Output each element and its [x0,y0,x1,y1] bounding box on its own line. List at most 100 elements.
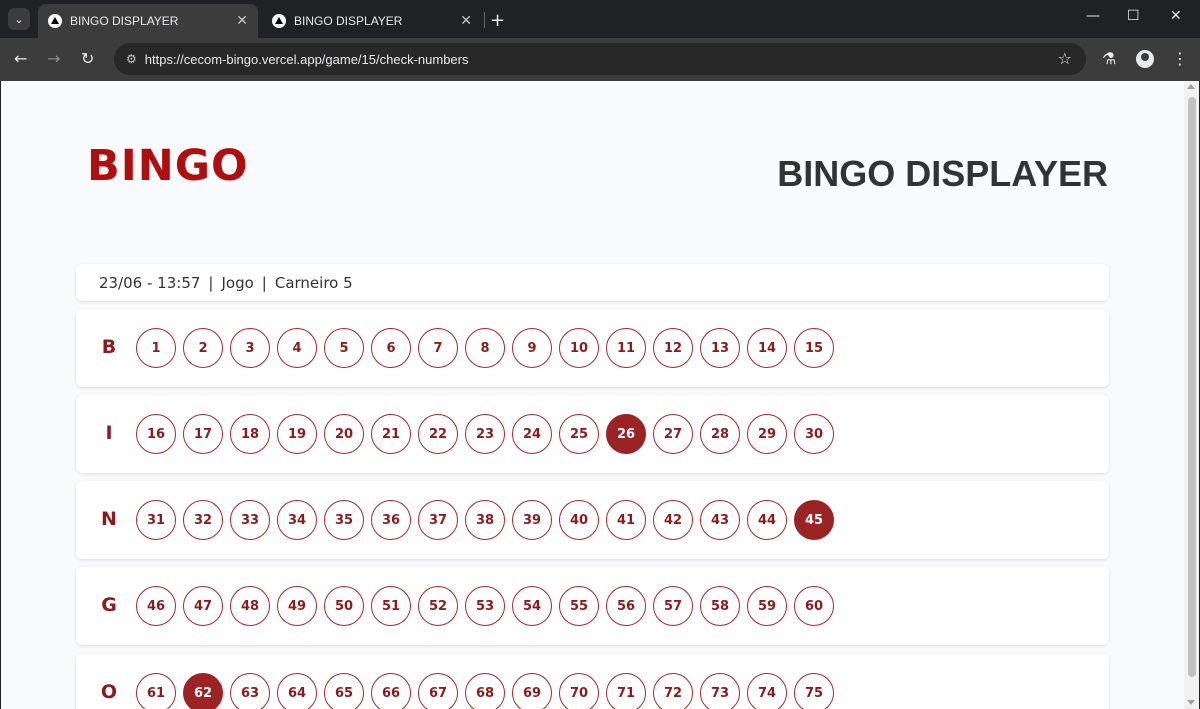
bookmark-star-icon[interactable]: ☆ [1058,49,1072,68]
bingo-ball[interactable]: 17 [183,414,223,454]
bingo-ball-drawn[interactable]: 62 [183,673,223,709]
bingo-ball[interactable]: 47 [183,586,223,626]
bingo-ball[interactable]: 4 [277,328,317,368]
bingo-ball[interactable]: 44 [747,500,787,540]
row-letter: N [101,508,117,530]
bingo-ball[interactable]: 57 [653,586,693,626]
labs-icon[interactable]: ⚗ [1102,49,1116,68]
bingo-ball[interactable]: 28 [700,414,740,454]
bingo-ball[interactable]: 1 [136,328,176,368]
bingo-ball[interactable]: 30 [794,414,834,454]
bingo-ball[interactable]: 40 [559,500,599,540]
bingo-ball[interactable]: 74 [747,673,787,709]
scrollbar-thumb[interactable] [1188,97,1196,677]
window-close-icon[interactable]: ✕ [1170,8,1182,24]
bingo-ball[interactable]: 50 [324,586,364,626]
bingo-ball[interactable]: 61 [136,673,176,709]
bingo-ball[interactable]: 32 [183,500,223,540]
bingo-ball[interactable]: 2 [183,328,223,368]
bingo-ball[interactable]: 66 [371,673,411,709]
address-bar[interactable]: ⚙ https://cecom-bingo.vercel.app/game/15… [114,43,1086,75]
bingo-ball[interactable]: 39 [512,500,552,540]
bingo-ball[interactable]: 51 [371,586,411,626]
profile-avatar-icon[interactable] [1136,50,1154,68]
url-text[interactable]: https://cecom-bingo.vercel.app/game/15/c… [145,52,469,67]
bingo-ball[interactable]: 38 [465,500,505,540]
bingo-ball[interactable]: 22 [418,414,458,454]
bingo-ball[interactable]: 20 [324,414,364,454]
bingo-ball[interactable]: 6 [371,328,411,368]
bingo-ball[interactable]: 29 [747,414,787,454]
new-tab-icon[interactable]: + [490,10,505,31]
bingo-ball[interactable]: 7 [418,328,458,368]
bingo-ball[interactable]: 60 [794,586,834,626]
bingo-ball[interactable]: 37 [418,500,458,540]
tab-close-icon[interactable]: ✕ [460,13,472,29]
tab-search-button[interactable]: ⌄ [8,8,30,30]
forward-icon[interactable]: → [47,49,60,68]
bingo-ball[interactable]: 11 [606,328,646,368]
bingo-ball[interactable]: 10 [559,328,599,368]
bingo-ball[interactable]: 46 [136,586,176,626]
bingo-ball[interactable]: 25 [559,414,599,454]
back-icon[interactable]: ← [14,49,27,68]
bingo-ball[interactable]: 33 [230,500,270,540]
bingo-ball[interactable]: 63 [230,673,270,709]
minimize-icon[interactable]: — [1086,8,1100,24]
bingo-ball[interactable]: 56 [606,586,646,626]
bingo-ball[interactable]: 49 [277,586,317,626]
bingo-ball[interactable]: 34 [277,500,317,540]
bingo-ball[interactable]: 67 [418,673,458,709]
bingo-ball[interactable]: 68 [465,673,505,709]
bingo-ball[interactable]: 13 [700,328,740,368]
bingo-ball[interactable]: 59 [747,586,787,626]
bingo-ball[interactable]: 69 [512,673,552,709]
bingo-ball[interactable]: 52 [418,586,458,626]
bingo-ball[interactable]: 3 [230,328,270,368]
bingo-ball[interactable]: 5 [324,328,364,368]
scroll-up-icon[interactable] [1187,84,1195,89]
tab-active[interactable]: BINGO DISPLAYER ✕ [38,4,258,38]
bingo-ball[interactable]: 23 [465,414,505,454]
bingo-ball-drawn[interactable]: 26 [606,414,646,454]
bingo-ball[interactable]: 72 [653,673,693,709]
bingo-ball[interactable]: 21 [371,414,411,454]
game-datetime: 23/06 - 13:57 [99,273,201,292]
bingo-ball[interactable]: 18 [230,414,270,454]
site-settings-icon[interactable]: ⚙ [126,52,137,66]
bingo-ball[interactable]: 15 [794,328,834,368]
reload-icon[interactable]: ↻ [81,49,94,68]
bingo-ball[interactable]: 42 [653,500,693,540]
bingo-ball[interactable]: 53 [465,586,505,626]
tab-close-icon[interactable]: ✕ [236,13,248,29]
bingo-ball[interactable]: 64 [277,673,317,709]
tab-inactive[interactable]: BINGO DISPLAYER ✕ [262,4,482,38]
bingo-ball[interactable]: 24 [512,414,552,454]
bingo-ball[interactable]: 9 [512,328,552,368]
bingo-ball[interactable]: 35 [324,500,364,540]
bingo-ball[interactable]: 36 [371,500,411,540]
menu-icon[interactable]: ⋮ [1172,49,1188,68]
scroll-down-icon[interactable] [1187,700,1195,705]
bingo-ball[interactable]: 19 [277,414,317,454]
bingo-ball[interactable]: 16 [136,414,176,454]
bingo-ball[interactable]: 55 [559,586,599,626]
bingo-ball[interactable]: 43 [700,500,740,540]
bingo-ball[interactable]: 27 [653,414,693,454]
bingo-ball[interactable]: 54 [512,586,552,626]
bingo-ball[interactable]: 75 [794,673,834,709]
bingo-ball[interactable]: 58 [700,586,740,626]
bingo-ball[interactable]: 8 [465,328,505,368]
bingo-ball[interactable]: 73 [700,673,740,709]
bingo-ball-drawn[interactable]: 45 [794,500,834,540]
bingo-ball[interactable]: 31 [136,500,176,540]
bingo-ball[interactable]: 48 [230,586,270,626]
page-scrollbar[interactable] [1184,81,1199,709]
bingo-ball[interactable]: 71 [606,673,646,709]
bingo-ball[interactable]: 41 [606,500,646,540]
bingo-ball[interactable]: 70 [559,673,599,709]
bingo-ball[interactable]: 65 [324,673,364,709]
bingo-ball[interactable]: 14 [747,328,787,368]
maximize-icon[interactable]: ☐ [1127,8,1140,24]
bingo-ball[interactable]: 12 [653,328,693,368]
